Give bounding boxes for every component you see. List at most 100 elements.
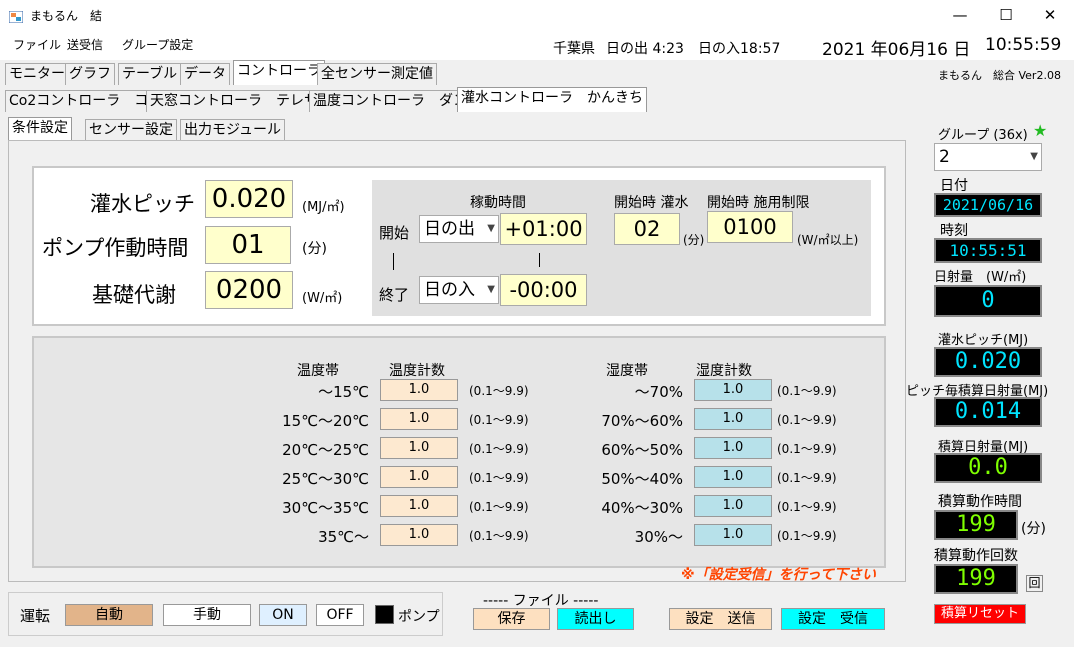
manual-button[interactable]: 手動 [163, 604, 251, 626]
pitch-input[interactable]: 0.020 [205, 180, 293, 218]
window-title: まもるん 結 [30, 9, 103, 23]
humidity-range-label: (0.1～9.9) [777, 384, 837, 398]
humidity-coefficient-input[interactable]: 1.0 [694, 437, 772, 459]
temperature-coefficient-input[interactable]: 1.0 [380, 524, 458, 546]
auto-button[interactable]: 自動 [65, 604, 153, 626]
temperature-band-label: 30℃～35℃ [282, 499, 369, 517]
daily-solar-display: 0.0 [934, 453, 1042, 483]
chevron-down-icon: ▼ [1030, 151, 1038, 162]
start-limit-input[interactable]: 0100 [707, 211, 793, 243]
op-time-label: 積算動作時間 [938, 494, 1022, 510]
tab-temperature-controller[interactable]: 温度コントローラ ダン [309, 90, 471, 112]
maximize-button[interactable]: ☐ [983, 0, 1029, 30]
chevron-down-icon: ▼ [487, 284, 495, 295]
title-bar: まもるん 結 — ☐ ✕ [0, 0, 1074, 30]
op-count-display: 199 [934, 564, 1018, 594]
tab-skylight-controller[interactable]: 天窓コントローラ テレサ [146, 90, 322, 112]
humidity-band-label: 40%～30% [601, 499, 683, 517]
op-time-unit: (分) [1021, 521, 1046, 537]
side-pitch-label: 灌水ピッチ(MJ) [938, 333, 1029, 348]
start-end-divider [393, 253, 394, 270]
tab-output-module[interactable]: 出力モジュール [180, 119, 286, 141]
tab-table[interactable]: テーブル [118, 63, 182, 85]
humidity-range-label: (0.1～9.9) [777, 442, 837, 456]
menu-bar: ファイル 送受信 グループ設定 千葉県 日の出 4:23 日の入18:57 20… [0, 30, 1074, 60]
humidity-band-label: 50%～40% [601, 470, 683, 488]
pitch-label: 灌水ピッチ [90, 192, 195, 216]
temperature-coefficient-input[interactable]: 1.0 [380, 408, 458, 430]
humidity-coefficient-input[interactable]: 1.0 [694, 466, 772, 488]
end-offset-input[interactable]: -00:00 [500, 274, 587, 306]
date-display: 2021/06/16 [934, 193, 1042, 217]
send-settings-button[interactable]: 設定 送信 [669, 608, 772, 630]
start-irrigation-input[interactable]: 02 [614, 213, 680, 245]
close-button[interactable]: ✕ [1027, 0, 1073, 30]
tab-monitor[interactable]: モニター [5, 63, 69, 85]
menu-file[interactable]: ファイル [13, 36, 61, 53]
pump-label: ポンプ作動時間 [42, 236, 189, 260]
menu-transmit[interactable]: 送受信 [67, 36, 103, 53]
load-button[interactable]: 読出し [557, 608, 634, 630]
temperature-coefficient-input[interactable]: 1.0 [380, 495, 458, 517]
pitch-sum-display: 0.014 [934, 397, 1042, 427]
reset-totals-button[interactable]: 積算リセット [934, 604, 1026, 624]
humidity-coefficient-input[interactable]: 1.0 [694, 379, 772, 401]
tab-co2-controller[interactable]: Co2コントローラ ココ [5, 90, 167, 112]
humidity-coefficient-input[interactable]: 1.0 [694, 408, 772, 430]
solar-label: 日射量 (W/㎡) [934, 270, 1027, 285]
start-irrigation-label: 開始時 灌水 [614, 195, 689, 211]
temperature-coefficient-input[interactable]: 1.0 [380, 437, 458, 459]
date-label: 日付 [940, 178, 968, 194]
minimize-button[interactable]: — [937, 0, 983, 30]
tab-controller[interactable]: コントローラ [233, 60, 325, 85]
tab-conditions[interactable]: 条件設定 [8, 117, 72, 142]
tab-sensor-settings[interactable]: センサー設定 [85, 119, 177, 141]
offset-divider [539, 253, 540, 267]
run-label: 運転 [20, 607, 51, 625]
temperature-range-label: (0.1～9.9) [469, 384, 529, 398]
temperature-coefficient-input[interactable]: 1.0 [380, 466, 458, 488]
start-offset-input[interactable]: +01:00 [500, 213, 587, 245]
temperature-range-label: (0.1～9.9) [469, 442, 529, 456]
temperature-range-label: (0.1～9.9) [469, 413, 529, 427]
group-select-value: 2 [939, 147, 950, 167]
temperature-band-label: ～15℃ [318, 383, 369, 401]
tab-irrigation-controller[interactable]: 灌水コントローラ かんきち [457, 87, 647, 112]
humidity-band-label: 30%～ [634, 528, 683, 546]
tab-all-sensors[interactable]: 全センサー測定値 [317, 63, 437, 85]
menu-group-settings[interactable]: グループ設定 [122, 36, 193, 53]
humidity-band-label: 70%～60% [601, 412, 683, 430]
humidity-coefficient-input[interactable]: 1.0 [694, 495, 772, 517]
off-button[interactable]: OFF [316, 604, 364, 626]
pump-label: ポンプ [398, 609, 440, 625]
temperature-range-label: (0.1～9.9) [469, 529, 529, 543]
location: 千葉県 [553, 41, 595, 57]
tab-data[interactable]: データ [180, 63, 230, 85]
save-button[interactable]: 保存 [473, 608, 550, 630]
notice-text: ※「設定受信」を行って下さい [681, 567, 876, 583]
humidity-range-label: (0.1～9.9) [777, 529, 837, 543]
header-time: 10:55:59 [985, 35, 1062, 55]
tab-graph[interactable]: グラフ [65, 63, 115, 85]
temperature-band-label: 20℃～25℃ [282, 441, 369, 459]
file-group-label: ----- ファイル ----- [483, 593, 599, 609]
receive-settings-button[interactable]: 設定 受信 [781, 608, 885, 630]
temperature-range-label: (0.1～9.9) [469, 500, 529, 514]
humidity-coefficient-input[interactable]: 1.0 [694, 524, 772, 546]
group-select[interactable]: 2 ▼ [934, 143, 1042, 171]
end-reference-select[interactable]: 日の入 ▼ [419, 276, 499, 304]
temperature-coefficient-input[interactable]: 1.0 [380, 379, 458, 401]
temperature-range-label: (0.1～9.9) [469, 471, 529, 485]
pump-input[interactable]: 01 [205, 226, 291, 264]
sunset: 日の入18:57 [698, 41, 781, 57]
start-reference-select[interactable]: 日の出 ▼ [419, 215, 499, 243]
on-button[interactable]: ON [259, 604, 307, 626]
pump-unit: (分) [302, 241, 327, 257]
humidity-range-label: (0.1～9.9) [777, 413, 837, 427]
temperature-band-label: 15℃～20℃ [282, 412, 369, 430]
chevron-down-icon: ▼ [487, 223, 495, 234]
start-label: 開始 [379, 224, 410, 242]
op-count-unit: 回 [1026, 575, 1043, 592]
base-metabolism-input[interactable]: 0200 [205, 271, 293, 309]
humidity-range-label: (0.1～9.9) [777, 471, 837, 485]
